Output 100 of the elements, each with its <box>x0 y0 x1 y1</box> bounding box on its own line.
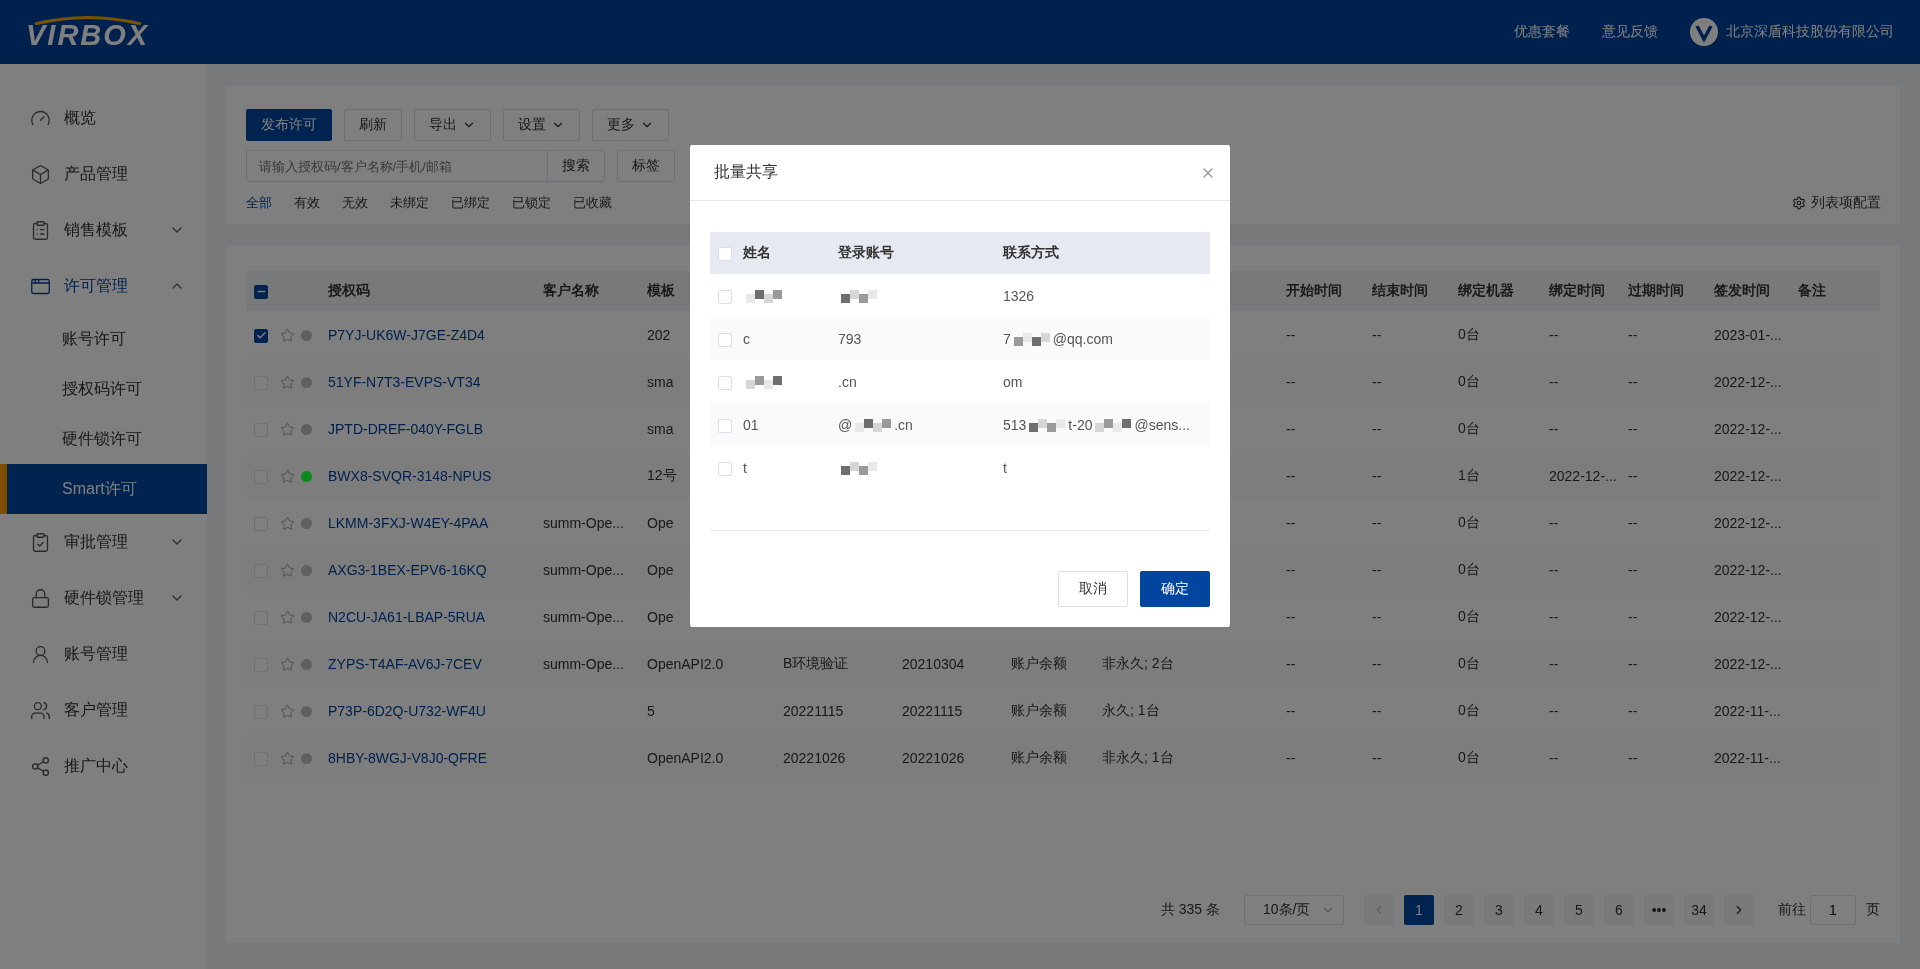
logo[interactable]: VIRBOX <box>26 14 150 50</box>
sidebar-item[interactable]: 许可管理 <box>0 258 207 314</box>
sidebar-subitem[interactable]: Smart许可 <box>0 464 207 514</box>
sidebar-item[interactable]: 推广中心 <box>0 738 207 794</box>
star-icon[interactable] <box>280 656 295 672</box>
sidebar-item[interactable]: 概览 <box>0 90 207 146</box>
license-code-link[interactable]: 8HBY-8WGJ-V8J0-QFRE <box>328 749 487 766</box>
page-size-select[interactable]: 10条/页 <box>1244 895 1344 925</box>
table-cell: 账户余额 <box>1011 748 1067 765</box>
sidebar-item[interactable]: 审批管理 <box>0 514 207 570</box>
page-input[interactable]: 1 <box>1810 895 1856 925</box>
redacted-text: @qq.com <box>1052 331 1113 348</box>
filter-tab[interactable]: 已锁定 <box>512 194 551 212</box>
filter-tab[interactable]: 未绑定 <box>390 194 429 212</box>
search-field[interactable]: 请输入授权码/客户名称/手机/邮箱 <box>246 150 548 182</box>
license-code-link[interactable]: P73P-6D2Q-U732-WF4U <box>328 702 486 719</box>
table-cell: -- <box>1286 514 1296 531</box>
star-icon[interactable] <box>280 609 295 625</box>
table-cell: -- <box>1628 373 1638 390</box>
table-cell: -- <box>1628 749 1638 766</box>
table-cell: 202 <box>647 326 671 343</box>
filter-tab[interactable]: 全部 <box>246 194 272 212</box>
select-all-checkbox[interactable] <box>254 284 268 299</box>
sidebar-item[interactable]: 账号管理 <box>0 626 207 682</box>
page-button[interactable]: ••• <box>1644 895 1674 925</box>
table-cell: -- <box>1286 467 1296 484</box>
company-name[interactable]: 北京深盾科技股份有限公司 <box>1726 23 1894 41</box>
sidebar-item[interactable]: 产品管理 <box>0 146 207 202</box>
column-header: 绑定机器 <box>1458 283 1514 298</box>
sidebar-item[interactable]: 硬件锁管理 <box>0 570 207 626</box>
table-cell: 2022-12-... <box>1714 514 1782 531</box>
search-button[interactable]: 搜索 <box>547 150 605 182</box>
row-checkbox[interactable] <box>254 328 268 343</box>
license-code-link[interactable]: P7YJ-UK6W-J7GE-Z4D4 <box>328 326 485 343</box>
license-code-link[interactable]: ZYPS-T4AF-AV6J-7CEV <box>328 655 482 672</box>
confirm-button[interactable]: 确定 <box>1140 571 1210 607</box>
header-link[interactable]: 意见反馈 <box>1602 23 1658 41</box>
page-suffix: 页 <box>1866 901 1880 919</box>
table-cell: 2022-12-... <box>1714 467 1782 484</box>
sidebar-subitem[interactable]: 授权码许可 <box>0 364 207 414</box>
page-button[interactable]: 3 <box>1484 895 1514 925</box>
table-cell: OpenAPI2.0 <box>647 655 724 672</box>
sidebar-subitem[interactable]: 账号许可 <box>0 314 207 364</box>
page-button[interactable]: 2 <box>1444 895 1474 925</box>
page-button[interactable]: 34 <box>1684 895 1714 925</box>
lock-icon <box>30 587 51 609</box>
table-cell: -- <box>1372 326 1382 343</box>
filter-tab[interactable]: 已收藏 <box>573 194 612 212</box>
cancel-button[interactable]: 取消 <box>1058 571 1128 607</box>
star-icon[interactable] <box>280 468 295 484</box>
star-icon[interactable] <box>280 750 295 766</box>
table-cell: -- <box>1628 702 1638 719</box>
table-cell: -- <box>1628 655 1638 672</box>
filter-tab[interactable]: 有效 <box>294 194 320 212</box>
filter-tab[interactable]: 无效 <box>342 194 368 212</box>
table-cell: B环境验证 <box>783 654 849 671</box>
table-cell: -- <box>1549 749 1559 766</box>
table-cell: -- <box>1628 608 1638 625</box>
table-cell: 0台 <box>1458 748 1480 765</box>
table-cell: 2022-12-... <box>1714 608 1782 625</box>
star-icon[interactable] <box>280 421 295 437</box>
prev-page-button[interactable] <box>1364 895 1394 925</box>
dropdown-button[interactable]: 导出 <box>414 109 491 141</box>
filter-tab[interactable]: 已绑定 <box>451 194 490 212</box>
header-link[interactable]: 优惠套餐 <box>1514 23 1570 41</box>
table-cell: 20221115 <box>902 702 963 719</box>
column-header: 开始时间 <box>1286 283 1342 298</box>
table-cell: 20210304 <box>902 655 965 672</box>
page-button[interactable]: 5 <box>1564 895 1594 925</box>
license-code-link[interactable]: N2CU-JA61-LBAP-5RUA <box>328 608 486 625</box>
dropdown-button[interactable]: 设置 <box>503 109 580 141</box>
table-cell: Ope <box>647 561 674 578</box>
publish-button[interactable]: 发布许可 <box>246 109 332 141</box>
total-count: 共 335 条 <box>1160 901 1220 919</box>
license-code-link[interactable]: 51YF-N7T3-EVPS-VT34 <box>328 373 481 390</box>
dropdown-button[interactable]: 更多 <box>592 109 669 141</box>
page-button[interactable]: 1 <box>1404 895 1434 925</box>
star-icon[interactable] <box>280 562 295 578</box>
license-code-link[interactable]: JPTD-DREF-040Y-FGLB <box>328 420 484 437</box>
table-cell: -- <box>1628 514 1638 531</box>
redacted-text: 1326 <box>1003 288 1035 305</box>
table-cell: 2022-12-... <box>1714 655 1782 672</box>
star-icon[interactable] <box>280 327 295 343</box>
page-button[interactable]: 4 <box>1524 895 1554 925</box>
license-code-link[interactable]: LKMM-3FXJ-W4EY-4PAA <box>328 514 489 531</box>
star-icon[interactable] <box>280 703 295 719</box>
refresh-button[interactable]: 刷新 <box>344 109 402 141</box>
sidebar-item[interactable]: 客户管理 <box>0 682 207 738</box>
tag-button[interactable]: 标签 <box>617 150 675 182</box>
sidebar-item[interactable]: 销售模板 <box>0 202 207 258</box>
star-icon[interactable] <box>280 515 295 531</box>
next-page-button[interactable] <box>1724 895 1754 925</box>
column-header: 结束时间 <box>1372 283 1428 298</box>
column-config-link[interactable]: 列表项配置 <box>1792 194 1881 212</box>
license-code-link[interactable]: BWX8-SVQR-3148-NPUS <box>328 467 492 484</box>
star-icon[interactable] <box>280 374 295 390</box>
table-cell: -- <box>1628 326 1638 343</box>
license-code-link[interactable]: AXG3-1BEX-EPV6-16KQ <box>328 561 487 578</box>
page-button[interactable]: 6 <box>1604 895 1634 925</box>
sidebar-subitem[interactable]: 硬件锁许可 <box>0 414 207 464</box>
